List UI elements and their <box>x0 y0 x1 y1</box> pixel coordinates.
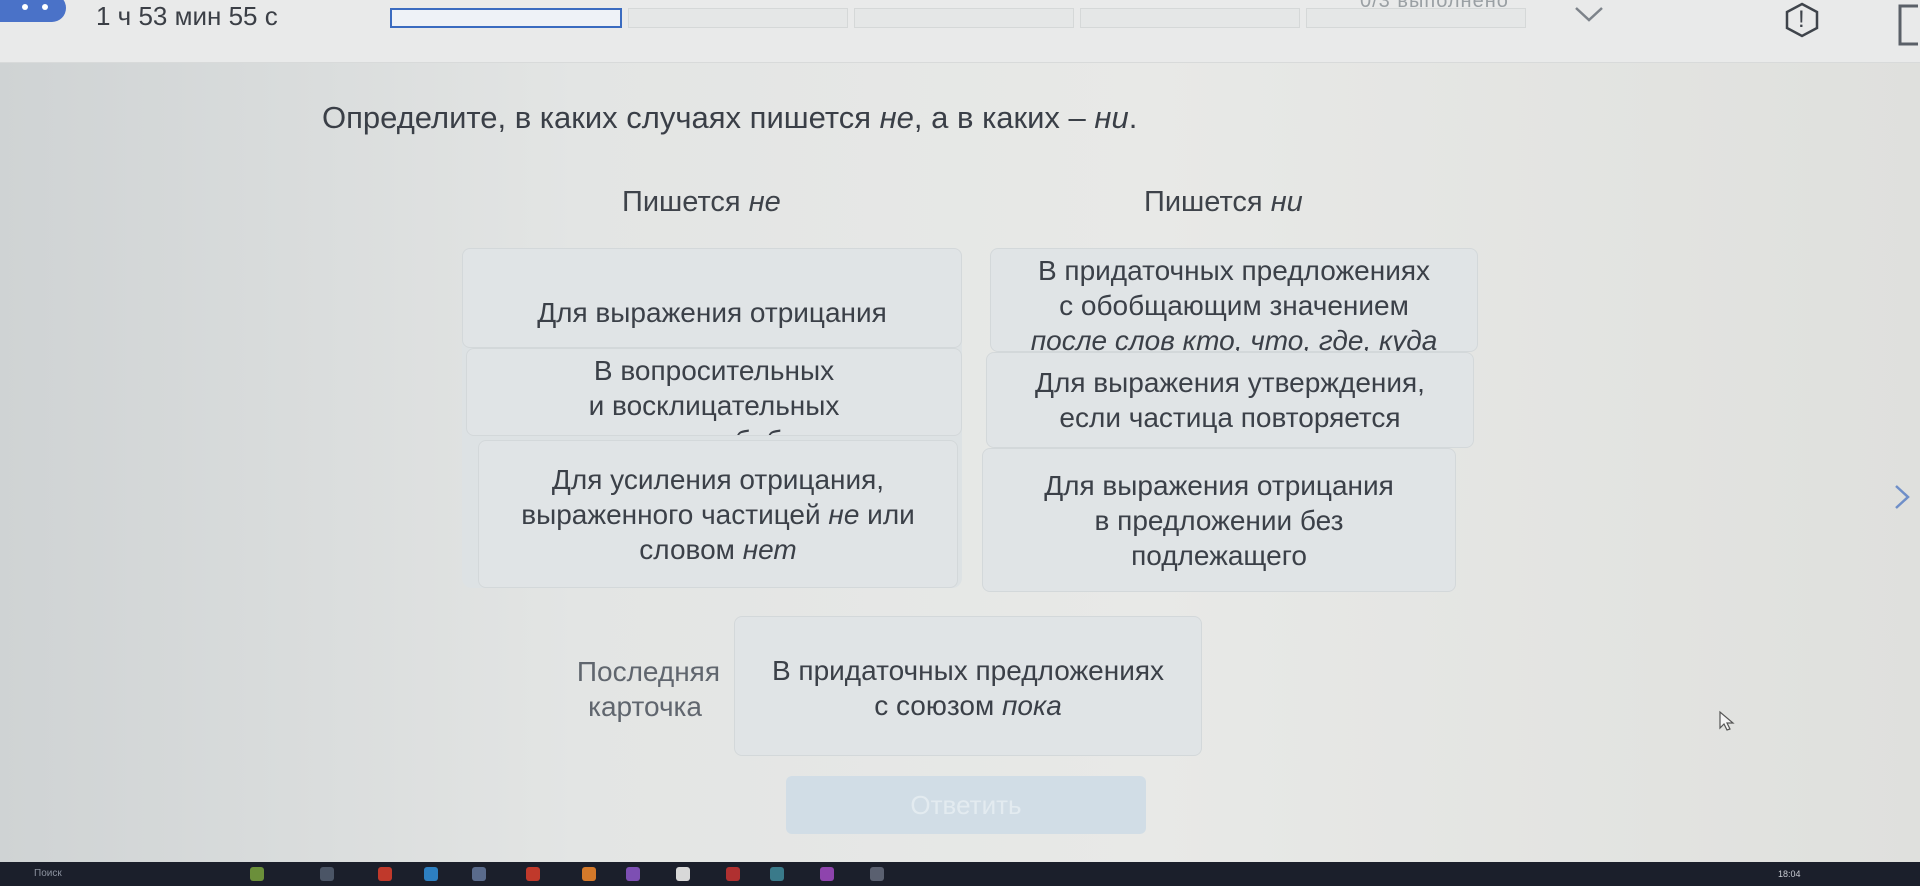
report-problem-button[interactable]: ! <box>1784 2 1820 38</box>
card-text-italic: нет <box>742 533 797 565</box>
taskbar-app-icon[interactable] <box>320 867 334 881</box>
column-header-particle: не <box>748 186 781 218</box>
card-text: Для усиления отрицания, выраженного част… <box>521 462 915 567</box>
progress-segment[interactable] <box>1080 8 1300 28</box>
progress-segment[interactable] <box>854 8 1074 28</box>
top-bar: 1 ч 53 мин 55 с 0/3 выполнено ! <box>0 0 1920 63</box>
expand-chevron-button[interactable] <box>1574 2 1604 28</box>
chevron-right-icon <box>1895 485 1910 509</box>
taskbar-app-icon[interactable] <box>870 867 884 881</box>
mouse-cursor <box>1718 710 1736 732</box>
last-card-label: Последняя карточка <box>548 654 720 724</box>
card-line: подлежащего <box>1131 539 1307 571</box>
last-card-label-line: карточка <box>588 691 702 722</box>
taskbar-app-icon[interactable] <box>250 867 264 881</box>
mascot-avatar <box>0 0 66 22</box>
card-line: если частица повторяется <box>1059 402 1401 433</box>
last-card-label-line: Последняя <box>576 656 720 687</box>
card-text-part: словом <box>639 533 743 565</box>
card-text: Для выражения отрицания <box>537 296 887 328</box>
column-header-ne: Пишется не <box>622 186 781 219</box>
taskbar-app-icon[interactable] <box>378 867 392 881</box>
card-line: В придаточных предложениях <box>771 655 1165 686</box>
chevron-down-icon <box>1575 7 1603 22</box>
alert-label: ! <box>1798 6 1805 33</box>
taskbar-app-icon[interactable] <box>626 867 640 881</box>
card-line: с обобщающим значением <box>1059 290 1409 321</box>
card-text-part: с союзом <box>874 690 1002 721</box>
taskbar-app-icon[interactable] <box>526 867 540 881</box>
question-particle-ni: ни <box>1094 100 1129 135</box>
task-progress-bar[interactable] <box>390 8 1526 28</box>
card-text-part: выраженного частицей <box>521 498 829 530</box>
progress-label: 0/3 выполнено <box>1360 0 1509 12</box>
card-line: Для усиления отрицания, <box>551 463 885 495</box>
taskbar-search[interactable]: Поиск <box>34 868 62 879</box>
card-ni-1[interactable]: В придаточных предложениях с обобщающим … <box>990 248 1478 352</box>
card-text-italic: не <box>828 498 860 530</box>
next-task-button[interactable] <box>1890 482 1914 512</box>
taskbar-app-icon[interactable] <box>424 867 438 881</box>
os-taskbar: Поиск 18:04 <box>0 862 1920 886</box>
exit-icon <box>1898 4 1918 46</box>
last-card[interactable]: В придаточных предложениях с союзом пока <box>734 616 1202 756</box>
column-header-prefix: Пишется <box>622 186 749 218</box>
question-prefix: Определите, в каких случаях пишется <box>322 100 880 135</box>
card-ni-3[interactable]: Для выражения отрицания в предложении бе… <box>982 448 1456 592</box>
avatar-eye <box>22 4 28 10</box>
taskbar-app-icon[interactable] <box>582 867 596 881</box>
card-line: словом нет <box>521 532 915 567</box>
column-header-particle: ни <box>1270 186 1303 218</box>
progress-segment[interactable] <box>628 8 848 28</box>
card-line: и восклицательных <box>588 390 840 421</box>
card-ne-2[interactable]: В вопросительных и восклицательных предл… <box>466 348 962 436</box>
card-line: Для выражения отрицания <box>1044 469 1394 501</box>
card-line: предложениях обобщающего <box>523 423 906 435</box>
card-ne-1[interactable]: Для выражения отрицания <box>462 248 962 348</box>
card-line: после слов кто, что, где, куда <box>1030 325 1438 352</box>
question-text: Определите, в каких случаях пишется не, … <box>322 100 1137 136</box>
timer: 1 ч 53 мин 55 с <box>96 1 278 31</box>
card-line: Для выражения утверждения, <box>1035 367 1425 398</box>
card-text: В придаточных предложениях с союзом пока <box>772 653 1164 723</box>
card-text-part: или <box>859 498 915 530</box>
taskbar-app-icon[interactable] <box>726 867 740 881</box>
cursor-icon <box>1719 710 1735 731</box>
column-header-prefix: Пишется <box>1144 186 1271 218</box>
card-text: Для выражения отрицания в предложении бе… <box>1044 468 1394 573</box>
exit-button[interactable] <box>1890 0 1920 50</box>
taskbar-app-icon[interactable] <box>770 867 784 881</box>
taskbar-clock: 18:04 <box>1778 869 1801 879</box>
question-particle-ne: не <box>879 100 914 135</box>
card-line: В придаточных предложениях <box>1037 255 1431 286</box>
card-ni-2[interactable]: Для выражения утверждения, если частица … <box>986 352 1474 448</box>
answer-button[interactable]: Ответить <box>786 776 1146 834</box>
card-line: с союзом пока <box>772 688 1164 723</box>
card-text: В придаточных предложениях с обобщающим … <box>1030 253 1438 352</box>
card-line: В вопросительных <box>593 355 835 386</box>
card-line: выраженного частицей не или <box>521 497 915 532</box>
card-line: в предложении без <box>1094 504 1344 536</box>
question-suffix: . <box>1128 100 1138 135</box>
avatar-eye <box>42 4 48 10</box>
progress-segment-current[interactable] <box>390 8 622 28</box>
card-text: Для выражения утверждения, если частица … <box>1035 365 1425 435</box>
question-middle: , а в каких – <box>913 100 1095 135</box>
card-text: В вопросительных и восклицательных предл… <box>523 349 906 435</box>
card-ne-3[interactable]: Для усиления отрицания, выраженного част… <box>478 440 958 588</box>
taskbar-app-icon[interactable] <box>820 867 834 881</box>
column-header-ni: Пишется ни <box>1144 186 1303 219</box>
taskbar-app-icon[interactable] <box>676 867 690 881</box>
card-text-italic: пока <box>1002 690 1062 721</box>
taskbar-app-icon[interactable] <box>472 867 486 881</box>
